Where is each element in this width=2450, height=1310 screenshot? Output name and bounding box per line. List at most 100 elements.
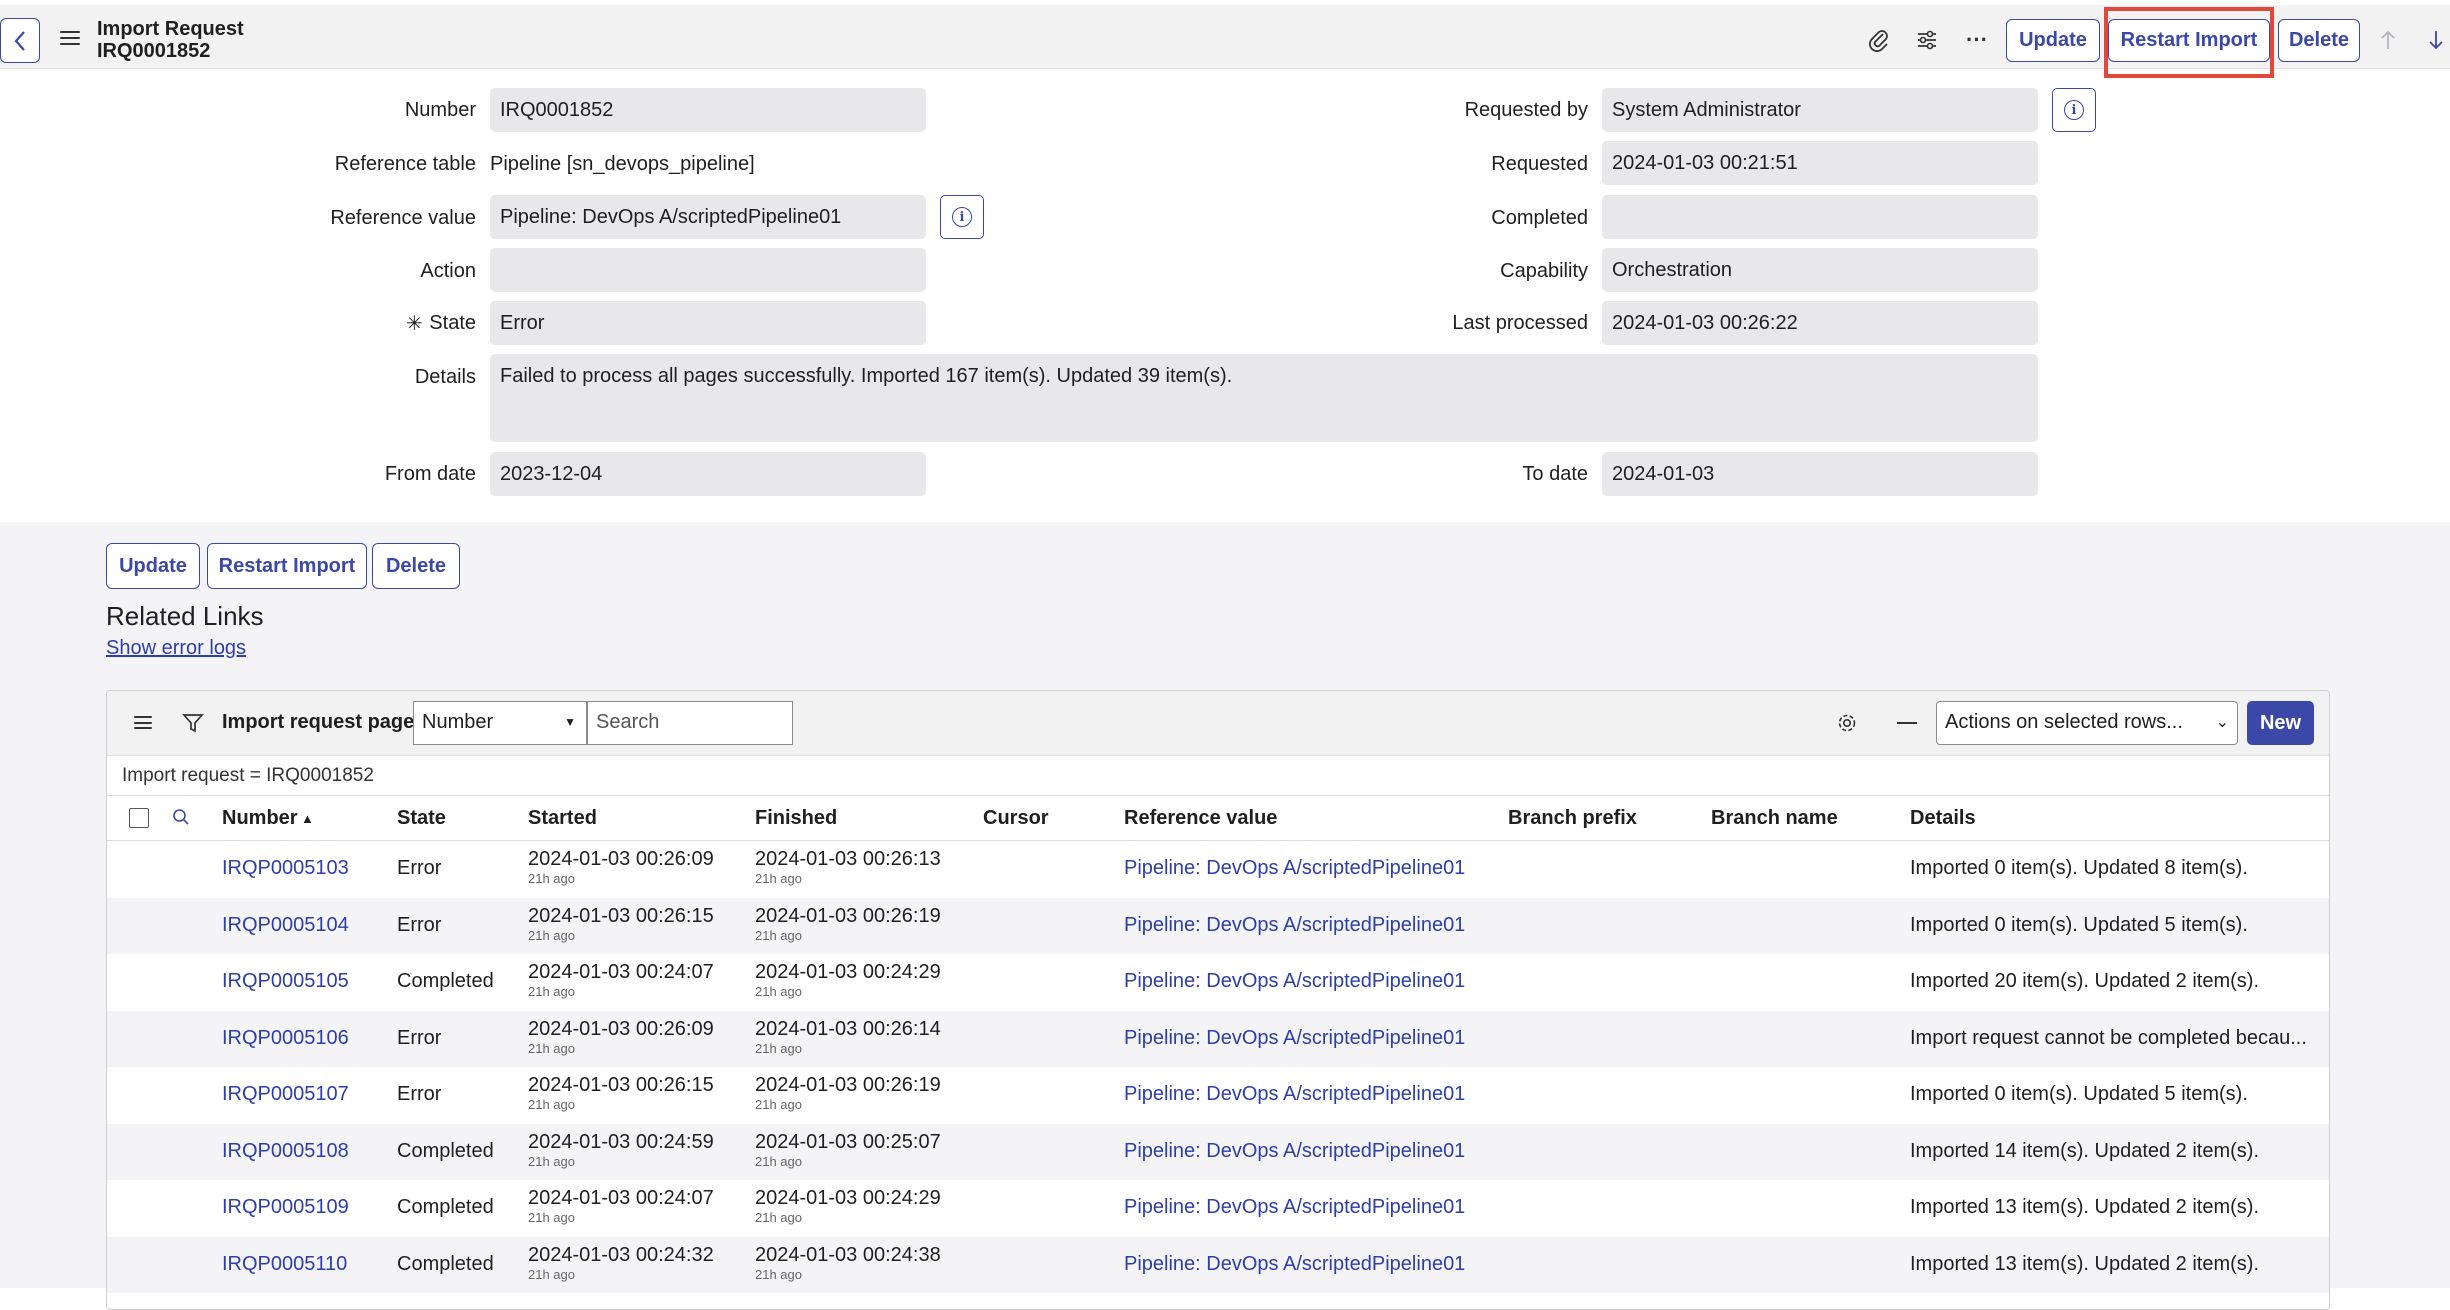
requested-field[interactable]: 2024-01-03 00:21:51 (1602, 141, 2038, 185)
table-row[interactable]: IRQP0005104 Error 2024-01-03 00:26:15 21h a… (107, 897, 2329, 954)
row-reference-link[interactable]: Pipeline: DevOps A/scriptedPipeline01 (1124, 1140, 1465, 1163)
row-started: 2024-01-03 00:26:15 (528, 904, 714, 927)
delete-button[interactable]: Delete (2278, 19, 2360, 62)
settings-sliders-icon[interactable] (1912, 25, 1942, 55)
row-state: Error (397, 857, 442, 879)
row-finished-relative: 21h ago (755, 1097, 802, 1112)
list-title: Import request pages (222, 711, 426, 733)
state-field[interactable]: Error (490, 301, 926, 345)
update-button[interactable]: Update (2006, 19, 2100, 62)
requested-label: Requested (1491, 153, 1588, 175)
reference-info-button[interactable]: i (940, 195, 984, 239)
capability-label: Capability (1500, 260, 1588, 282)
column-header-details[interactable]: Details (1910, 807, 1976, 830)
arrow-up-icon[interactable] (2376, 25, 2400, 55)
column-header-number[interactable]: Number (222, 807, 298, 830)
row-number-link[interactable]: IRQP0005105 (222, 970, 349, 993)
from-date-field[interactable]: 2023-12-04 (490, 452, 926, 496)
actions-select-value: Actions on selected rows... (1945, 711, 2183, 733)
search-input[interactable]: Search (587, 701, 793, 745)
arrow-down-icon[interactable] (2424, 25, 2448, 55)
bottom-update-button[interactable]: Update (106, 543, 200, 589)
capability-field[interactable]: Orchestration (1602, 248, 2038, 292)
number-field[interactable]: IRQ0001852 (490, 88, 926, 132)
table-row[interactable]: IRQP0005106 Error 2024-01-03 00:26:09 21h a… (107, 1010, 2329, 1067)
row-reference-link[interactable]: Pipeline: DevOps A/scriptedPipeline01 (1124, 914, 1465, 937)
column-header-state[interactable]: State (397, 807, 446, 830)
row-number-link[interactable]: IRQP0005104 (222, 914, 349, 937)
column-header-cursor[interactable]: Cursor (983, 807, 1049, 830)
more-options-icon[interactable]: ··· (1962, 25, 1992, 55)
row-reference-link[interactable]: Pipeline: DevOps A/scriptedPipeline01 (1124, 857, 1465, 880)
bottom-restart-import-button[interactable]: Restart Import (207, 543, 367, 589)
column-header-finished[interactable]: Finished (755, 807, 837, 830)
row-details: Import request cannot be completed becau… (1910, 1026, 2307, 1049)
info-icon: i (2064, 100, 2084, 120)
row-details: Imported 0 item(s). Updated 8 item(s). (1910, 857, 2248, 879)
back-button[interactable] (0, 18, 40, 63)
row-number-link[interactable]: IRQP0005109 (222, 1196, 349, 1219)
to-date-field[interactable]: 2024-01-03 (1602, 452, 2038, 496)
table-row[interactable]: IRQP0005105 Completed 2024-01-03 00:24:07 2… (107, 954, 2329, 1010)
collapse-icon[interactable] (1897, 722, 1917, 724)
row-started: 2024-01-03 00:24:07 (528, 961, 714, 983)
column-header-started[interactable]: Started (528, 807, 597, 830)
table-row[interactable]: IRQP0005103 Error 2024-01-03 00:26:09 21h a… (107, 841, 2329, 897)
paperclip-icon[interactable] (1864, 25, 1894, 55)
requested-by-field[interactable]: System Administrator (1602, 88, 2038, 132)
table-row[interactable]: IRQP0005109 Completed 2024-01-03 00:24:07 2… (107, 1180, 2329, 1236)
filter-breadcrumb[interactable]: Import request = IRQ0001852 (122, 765, 374, 787)
row-started: 2024-01-03 00:24:59 (528, 1130, 714, 1153)
caret-down-icon: ▼ (564, 715, 576, 729)
row-reference-link[interactable]: Pipeline: DevOps A/scriptedPipeline01 (1124, 1253, 1465, 1276)
table-row[interactable]: IRQP0005110 Completed 2024-01-03 00:24:32 2… (107, 1236, 2329, 1293)
action-label: Action (420, 260, 476, 282)
table-row[interactable]: IRQP0005107 Error 2024-01-03 00:26:15 21h a… (107, 1067, 2329, 1123)
row-started-relative: 21h ago (528, 1097, 575, 1112)
row-number-link[interactable]: IRQP0005103 (222, 857, 349, 880)
from-date-label: From date (384, 463, 476, 485)
show-error-logs-link[interactable]: Show error logs (106, 637, 246, 660)
menu-icon[interactable] (60, 31, 80, 45)
row-reference-link[interactable]: Pipeline: DevOps A/scriptedPipeline01 (1124, 1027, 1465, 1050)
filter-icon[interactable] (179, 709, 207, 737)
row-reference-link[interactable]: Pipeline: DevOps A/scriptedPipeline01 (1124, 1196, 1465, 1219)
reference-value-field[interactable]: Pipeline: DevOps A/scriptedPipeline01 (490, 195, 926, 239)
row-number-link[interactable]: IRQP0005107 (222, 1083, 349, 1106)
completed-field[interactable] (1602, 195, 2038, 239)
requested-by-info-button[interactable]: i (2052, 88, 2096, 132)
search-icon[interactable] (169, 805, 193, 829)
number-label: Number (404, 99, 476, 121)
column-header-reference-value[interactable]: Reference value (1124, 807, 1277, 830)
row-details: Imported 0 item(s). Updated 5 item(s). (1910, 1083, 2248, 1105)
column-header-branch-prefix[interactable]: Branch prefix (1508, 807, 1637, 830)
new-button[interactable]: New (2247, 701, 2314, 745)
action-field[interactable] (490, 248, 926, 292)
related-links-title: Related Links (106, 601, 264, 631)
record-number: IRQ0001852 (97, 40, 211, 62)
sort-ascending-icon: ▲ (301, 811, 314, 826)
search-field-value: Number (422, 711, 494, 733)
details-field[interactable]: Failed to process all pages successfully… (490, 354, 2038, 442)
row-finished-relative: 21h ago (755, 984, 802, 999)
row-started: 2024-01-03 00:24:32 (528, 1243, 714, 1266)
bottom-delete-button[interactable]: Delete (372, 543, 460, 589)
list-menu-icon[interactable] (134, 716, 152, 729)
row-started-relative: 21h ago (528, 984, 575, 999)
row-started-relative: 21h ago (528, 1210, 575, 1225)
table-row[interactable]: IRQP0005108 Completed 2024-01-03 00:24:59 2… (107, 1123, 2329, 1180)
actions-select[interactable]: Actions on selected rows... ⌄ (1936, 701, 2238, 745)
gear-icon[interactable] (1833, 709, 1861, 737)
last-processed-field[interactable]: 2024-01-03 00:26:22 (1602, 301, 2038, 345)
row-number-link[interactable]: IRQP0005108 (222, 1140, 349, 1163)
divider (107, 795, 2329, 796)
row-number-link[interactable]: IRQP0005106 (222, 1027, 349, 1050)
row-reference-link[interactable]: Pipeline: DevOps A/scriptedPipeline01 (1124, 970, 1465, 993)
row-state: Completed (397, 970, 494, 992)
column-header-branch-name[interactable]: Branch name (1711, 807, 1838, 830)
select-all-checkbox[interactable] (129, 808, 149, 828)
form-header: Import Request IRQ0001852 ··· Update Res… (0, 5, 2450, 69)
row-number-link[interactable]: IRQP0005110 (222, 1253, 347, 1276)
row-reference-link[interactable]: Pipeline: DevOps A/scriptedPipeline01 (1124, 1083, 1465, 1106)
search-field-select[interactable]: Number ▼ (413, 701, 587, 745)
